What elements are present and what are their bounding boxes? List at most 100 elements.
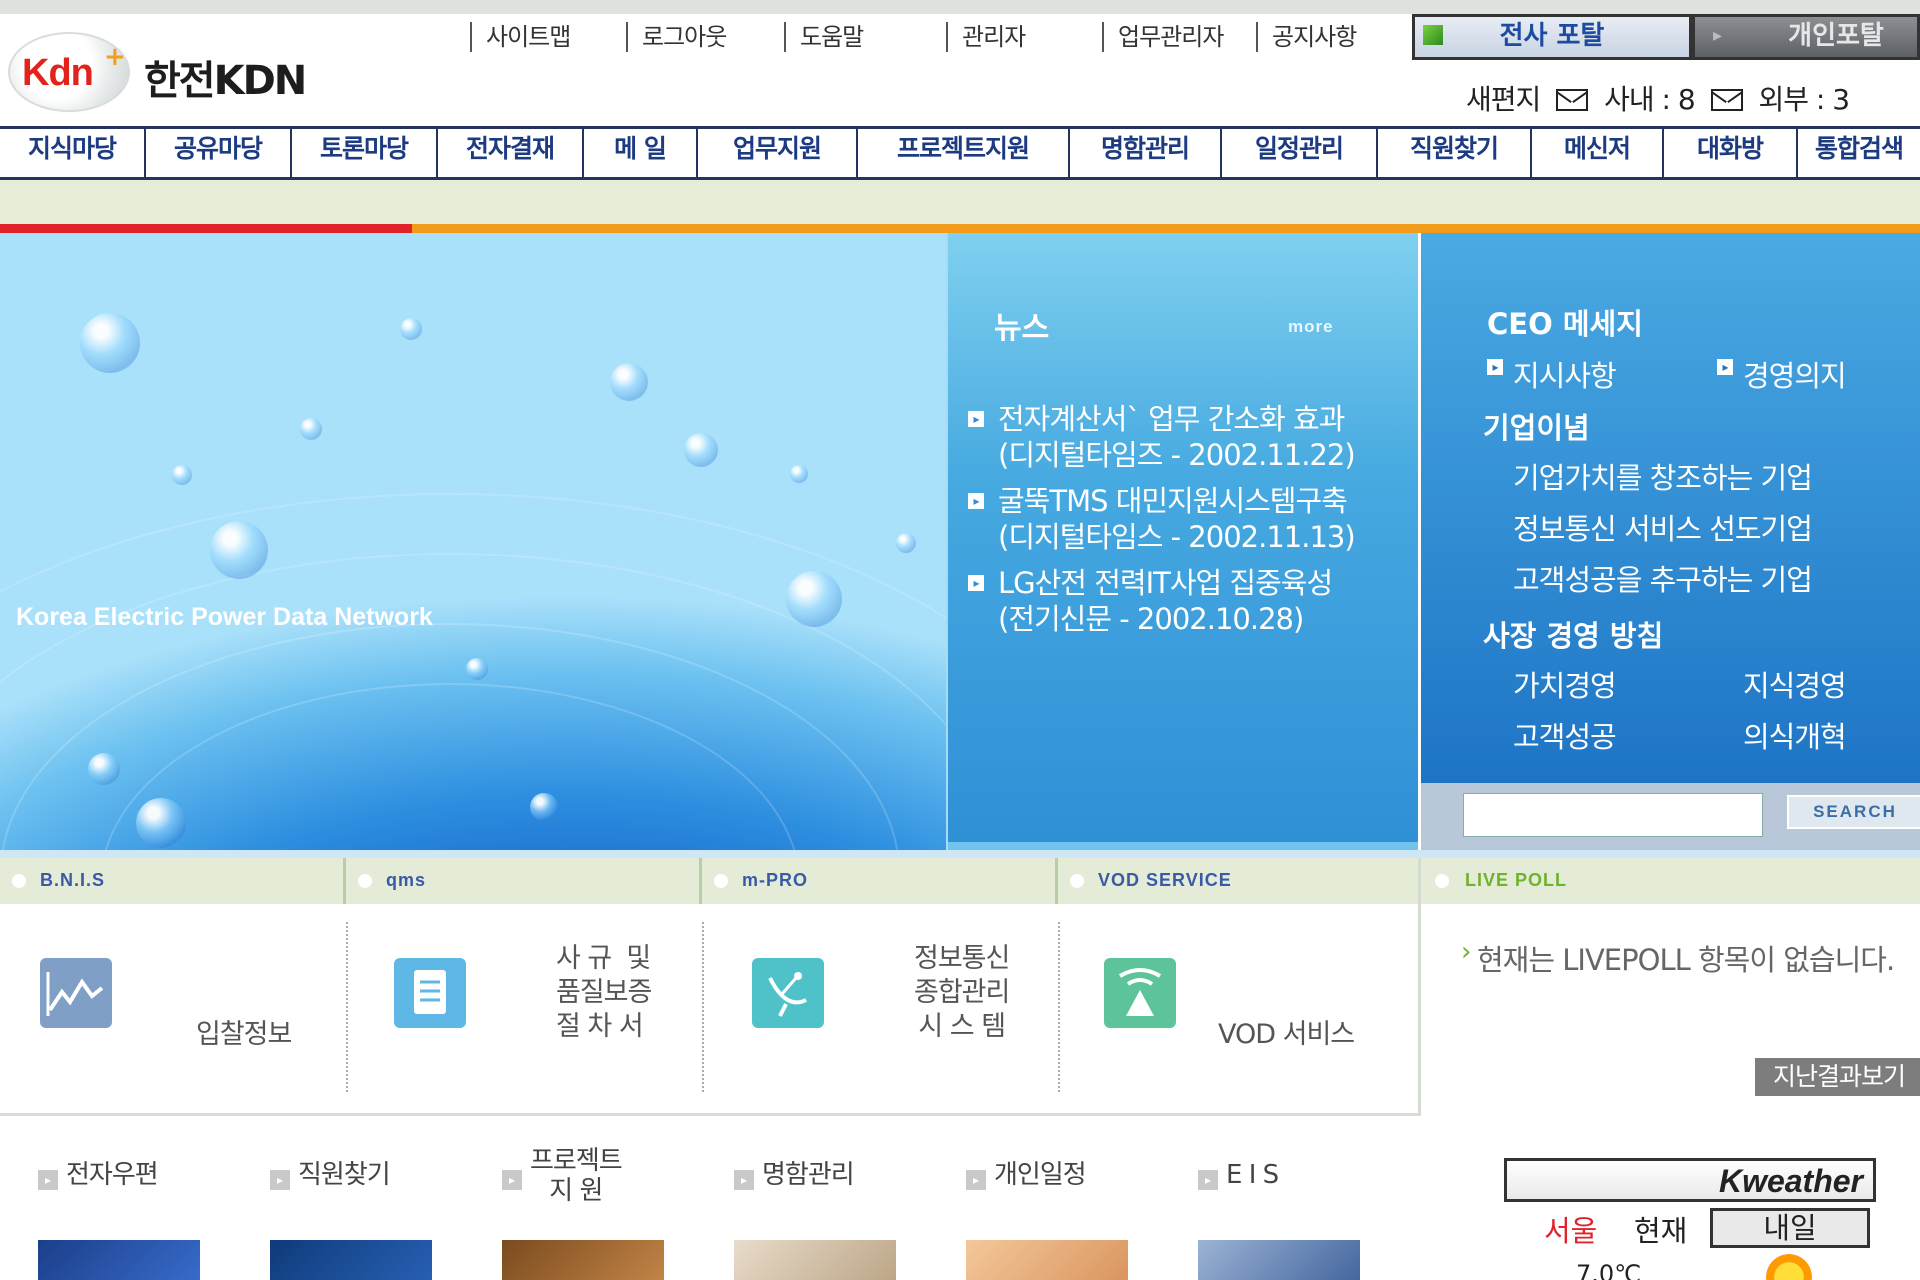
weather-tomorrow-tab[interactable]: 내일: [1710, 1208, 1870, 1248]
document-icon[interactable]: [394, 958, 466, 1028]
chart-icon[interactable]: [40, 958, 112, 1028]
policy-item: 가치경영: [1513, 669, 1617, 703]
arrow-box-icon: ▸: [38, 1170, 58, 1190]
ideology-item: 정보통신 서비스 선도기업: [1513, 512, 1813, 546]
envelope-icon: [1710, 89, 1743, 111]
find-staff-thumbnail: [270, 1240, 432, 1280]
portal-tabs: 전사 포탈 ▸ 개인포탈: [1412, 14, 1920, 60]
news-item[interactable]: ▸ 굴뚝TMS 대민지원시스템구축 (디지털타임스 - 2002.11.13): [968, 483, 1398, 555]
mail-internal-count: 사내 : 8: [1604, 83, 1696, 116]
arrow-box-icon: ▸: [270, 1170, 290, 1190]
poll-message: 현재는 LIVEPOLL 항목이 없습니다.: [1461, 934, 1917, 978]
hero-bottom-line: [0, 850, 1920, 858]
envelope-icon: [1556, 89, 1589, 111]
nav-schedule[interactable]: 일정관리: [1222, 129, 1378, 177]
service-head-qms: qms: [346, 858, 702, 904]
service-label-bid-info[interactable]: 입찰정보: [196, 1018, 292, 1052]
policy-title: 사장 경영 방침: [1483, 619, 1664, 653]
satellite-dish-icon[interactable]: [752, 958, 824, 1028]
eis-thumbnail: [1198, 1240, 1360, 1280]
accent-bar: [0, 224, 1920, 233]
util-work-admin[interactable]: 업무관리자: [1102, 22, 1224, 52]
bullet-arrow-icon: ▸: [968, 575, 984, 591]
weather-city: 서울: [1544, 1214, 1598, 1248]
nav-project-support[interactable]: 프로젝트지원: [858, 129, 1070, 177]
nav-find-staff[interactable]: 직원찾기: [1378, 129, 1532, 177]
project-thumbnail: [502, 1240, 664, 1280]
schedule-thumbnail: [966, 1240, 1128, 1280]
top-strip: [0, 0, 1920, 14]
weather-temperature: 7.0℃: [1576, 1260, 1642, 1280]
news-list: ▸ 전자계산서` 업무 간소화 효과 (디지털타임즈 - 2002.11.22)…: [968, 401, 1398, 647]
past-results-button[interactable]: 지난결과보기: [1755, 1058, 1920, 1096]
news-more-link[interactable]: more: [1288, 317, 1334, 337]
nav-mail[interactable]: 메 일: [584, 129, 698, 177]
live-poll-panel: LIVE POLL 현재는 LIVEPOLL 항목이 없습니다. 지난결과보기: [1418, 858, 1920, 1116]
news-panel: 뉴스 more ▸ 전자계산서` 업무 간소화 효과 (디지털타임즈 - 200…: [946, 233, 1418, 850]
news-item[interactable]: ▸ LG산전 전력IT사업 집중육성 (전기신문 - 2002.10.28): [968, 565, 1398, 637]
service-head-bnis: B.N.I.S: [0, 858, 346, 904]
vod-play-icon[interactable]: [1104, 958, 1176, 1028]
sub-nav-band: [0, 180, 1920, 224]
arrow-box-icon: ▸: [502, 1170, 522, 1190]
arrow-box-icon: ▸: [734, 1170, 754, 1190]
arrow-box-icon: ▸: [1198, 1170, 1218, 1190]
ideology-item: 고객성공을 추구하는 기업: [1513, 563, 1813, 597]
policy-item: 지식경영: [1743, 669, 1847, 703]
bullet-arrow-icon: ▸: [968, 493, 984, 509]
nav-work-support[interactable]: 업무지원: [698, 129, 858, 177]
util-sitemap[interactable]: 사이트맵: [470, 22, 571, 52]
util-help[interactable]: 도움말: [784, 22, 864, 52]
news-title: 뉴스: [994, 311, 1050, 346]
arrow-icon: ▸: [1713, 25, 1723, 46]
kdn-logo[interactable]: Kdn + 한전KDN: [8, 28, 308, 118]
ideology-item: 기업가치를 창조하는 기업: [1513, 461, 1813, 495]
email-thumbnail: [38, 1240, 200, 1280]
poll-header: LIVE POLL: [1421, 858, 1920, 904]
ceo-link-directives[interactable]: 지시사항: [1487, 353, 1617, 395]
search-input[interactable]: [1463, 793, 1763, 837]
main-nav: 지식마당 공유마당 토론마당 전자결재 메 일 업무지원 프로젝트지원 명함관리…: [0, 126, 1920, 180]
ceo-title: CEO 메세지: [1487, 307, 1643, 341]
search-bar: SEARCH: [1418, 783, 1920, 850]
hero-caption: Korea Electric Power Data Network: [16, 603, 433, 631]
service-head-vod: VOD SERVICE: [1058, 858, 1418, 904]
weather-header: Kweather: [1504, 1158, 1876, 1202]
portal-square-icon: [1423, 25, 1443, 45]
nav-knowledge[interactable]: 지식마당: [0, 129, 146, 177]
util-notice[interactable]: 공지사항: [1256, 22, 1357, 52]
nav-messenger[interactable]: 메신저: [1532, 129, 1664, 177]
sun-icon: [1766, 1254, 1812, 1280]
nav-share[interactable]: 공유마당: [146, 129, 292, 177]
mail-status[interactable]: 새편지 사내 : 8 외부 : 3: [1466, 78, 1850, 118]
logo-mark: Kdn +: [8, 32, 130, 112]
tab-corporate-portal[interactable]: 전사 포탈: [1412, 14, 1692, 60]
nav-chatroom[interactable]: 대화방: [1664, 129, 1798, 177]
nav-business-cards[interactable]: 명함관리: [1070, 129, 1222, 177]
bullet-arrow-icon: ▸: [968, 411, 984, 427]
service-label-qms[interactable]: 사 규 및 품질보증 절 차 서: [556, 942, 652, 1044]
weather-widget[interactable]: Kweather 서울 현재 내일 7.0℃: [1504, 1158, 1876, 1280]
search-button[interactable]: SEARCH: [1787, 795, 1920, 829]
nav-unified-search[interactable]: 통합검색: [1798, 129, 1920, 177]
util-admin[interactable]: 관리자: [946, 22, 1026, 52]
service-row: B.N.I.S qms m-PRO VOD SERVICE 입찰정보 사 규 및…: [0, 858, 1418, 1116]
mail-label: 새편지: [1466, 83, 1541, 116]
ceo-link-management-will[interactable]: 경영의지: [1717, 353, 1847, 395]
weather-now: 현재: [1634, 1214, 1688, 1248]
mail-external-count: 외부 : 3: [1758, 83, 1850, 116]
ceo-message-panel: CEO 메세지 지시사항 경영의지 기업이념 기업가치를 창조하는 기업 정보통…: [1418, 233, 1920, 783]
policy-item: 의식개혁: [1743, 720, 1847, 754]
tab-personal-portal[interactable]: ▸ 개인포탈: [1692, 14, 1920, 60]
hero-banner: Korea Electric Power Data Network: [0, 233, 946, 850]
arrow-box-icon: ▸: [966, 1170, 986, 1190]
nav-discussion[interactable]: 토론마당: [292, 129, 438, 177]
nav-approval[interactable]: 전자결재: [438, 129, 584, 177]
service-label-vod[interactable]: VOD 서비스: [1218, 1018, 1355, 1052]
news-item[interactable]: ▸ 전자계산서` 업무 간소화 효과 (디지털타임즈 - 2002.11.22): [968, 401, 1398, 473]
ideology-title: 기업이념: [1483, 411, 1590, 445]
service-label-mpro[interactable]: 정보통신 종합관리 시 스 템: [914, 942, 1010, 1044]
business-card-thumbnail: [734, 1240, 896, 1280]
util-logout[interactable]: 로그아웃: [626, 22, 727, 52]
service-head-mpro: m-PRO: [702, 858, 1058, 904]
